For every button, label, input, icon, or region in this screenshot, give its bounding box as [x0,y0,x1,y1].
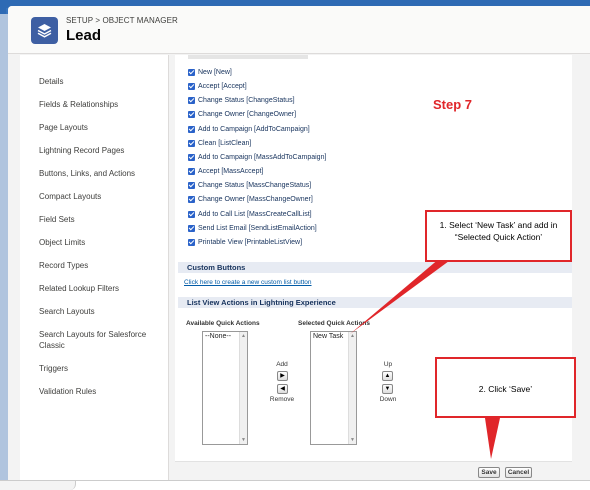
save-callout: 2. Click ‘Save’ [435,357,576,418]
callout-pointer [485,418,500,459]
instruction-callout: 1. Select ‘New Task’ and add in “Selecte… [425,210,572,262]
